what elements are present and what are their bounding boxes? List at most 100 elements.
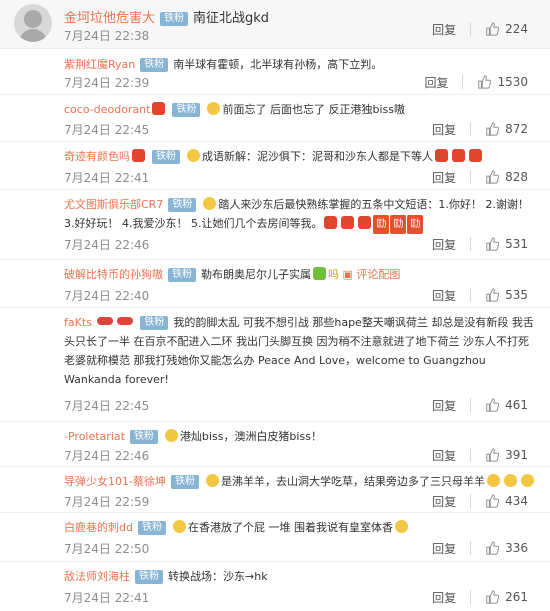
reply-button[interactable]: 回复 bbox=[432, 287, 456, 304]
thumbs-up-icon[interactable] bbox=[485, 541, 499, 555]
comment-actions: 回复 391 bbox=[432, 446, 528, 464]
thumbs-up-icon[interactable] bbox=[485, 22, 499, 36]
reply-button[interactable]: 回复 bbox=[432, 447, 456, 464]
comment-item: 破解比特币的孙狗嗷 铁粉 勒布朗奥尼尔儿子实属吗 ▣ 评论配图 7月24日 22:4… bbox=[0, 259, 550, 308]
username[interactable]: faKts bbox=[64, 316, 92, 329]
emoji-icon bbox=[203, 197, 217, 210]
emoji-icon bbox=[205, 474, 219, 487]
reply-button[interactable]: 回复 bbox=[432, 397, 456, 414]
like-count: 828 bbox=[505, 170, 528, 184]
like-count: 461 bbox=[505, 398, 528, 412]
thumbs-up-icon[interactable] bbox=[485, 590, 499, 604]
comment-body: 是沸羊羊，去山洞大学吃草，结果旁边多了三只母羊羊 bbox=[220, 475, 485, 488]
vip-badge: 铁粉 bbox=[170, 475, 199, 489]
reply-button[interactable]: 回复 bbox=[432, 236, 456, 253]
username[interactable]: 尤文图斯俱乐部CR7 bbox=[64, 198, 163, 211]
reply-button[interactable]: 回复 bbox=[432, 169, 456, 186]
comment-time: 7月24日 22:46 bbox=[64, 238, 150, 252]
reply-button[interactable]: 回复 bbox=[432, 540, 456, 557]
emoji-icon bbox=[313, 267, 326, 280]
emoji-icon bbox=[520, 474, 534, 487]
username[interactable]: -Proletariat bbox=[64, 430, 125, 443]
thumbs-up-icon[interactable] bbox=[485, 288, 499, 302]
comment-actions: 回复 531 bbox=[432, 235, 528, 253]
comment-actions: 回复 828 bbox=[432, 168, 528, 186]
comment-image-link[interactable]: 评论配图 bbox=[356, 268, 400, 281]
reply-button[interactable]: 回复 bbox=[432, 589, 456, 606]
comment-actions: 回复 535 bbox=[432, 286, 528, 304]
comment-body: 成语新解：泥沙俱下：泥哥和沙东人都是下等人 bbox=[202, 150, 433, 163]
comment-time: 7月24日 22:40 bbox=[64, 289, 150, 303]
thumbs-up-icon[interactable] bbox=[477, 75, 491, 89]
divider bbox=[470, 494, 472, 508]
username[interactable]: 敌法师刘海柱 bbox=[64, 570, 130, 583]
thumbs-up-icon[interactable] bbox=[485, 398, 499, 412]
comment-item: faKts 铁粉 我的韵脚太乱 可我不想引战 那些hape整天嘲讽荷兰 却总是没有… bbox=[0, 307, 550, 422]
username[interactable]: 奇迹有颜色吗 bbox=[64, 150, 130, 163]
divider bbox=[462, 75, 464, 89]
comment-item: -Proletariat 铁粉 港灿biss，澳洲白皮猪biss！ 7月24日 22… bbox=[0, 421, 550, 467]
divider bbox=[470, 448, 472, 462]
comment-time: 7月24日 22:59 bbox=[64, 495, 150, 509]
thumbs-up-icon[interactable] bbox=[485, 448, 499, 462]
reply-button[interactable]: 回复 bbox=[432, 493, 456, 510]
emoji-icon bbox=[152, 102, 166, 115]
comment-time: 7月24日 22:45 bbox=[64, 399, 150, 413]
username[interactable]: coco-deodorant bbox=[64, 103, 150, 116]
thumbs-up-icon[interactable] bbox=[485, 237, 499, 251]
username[interactable]: 金坷垃他危害大 bbox=[64, 11, 155, 26]
comment-actions: 回复 434 bbox=[432, 492, 528, 510]
vip-badge: 铁粉 bbox=[140, 316, 169, 330]
username[interactable]: 紫荆红魔Ryan bbox=[64, 58, 135, 71]
comment-item: 奇迹有颜色吗 铁粉 成语新解：泥沙俱下：泥哥和沙东人都是下等人 7月24日 22:4… bbox=[0, 141, 550, 190]
divider bbox=[470, 398, 472, 412]
comment-text: 奇迹有颜色吗 铁粉 成语新解：泥沙俱下：泥哥和沙东人都是下等人 bbox=[64, 147, 536, 166]
username[interactable]: 白鹿巷的刺dd bbox=[64, 521, 133, 534]
comment-text: 破解比特币的孙狗嗷 铁粉 勒布朗奥尼尔儿子实属吗 ▣ 评论配图 bbox=[64, 267, 401, 282]
comment-actions: 回复 872 bbox=[432, 120, 528, 138]
comment-item: 紫荆红魔Ryan 铁粉 南半球有霍顿，北半球有孙杨，高下立判。 7月24日 22:3… bbox=[0, 49, 550, 95]
thumbs-up-icon[interactable] bbox=[485, 494, 499, 508]
comment-text: 导弹少女101-蔡徐坤 铁粉 是沸羊羊，去山洞大学吃草，结果旁边多了三只母羊羊 bbox=[64, 472, 536, 491]
top-comment: 金坷垃他危害大 铁粉 南征北战gkd 7月24日 22:38 回复 224 bbox=[0, 0, 550, 49]
comment-body: 前面忘了 后面也忘了 反正港独biss嗷 bbox=[222, 103, 405, 116]
comment-text: coco-deodorant 铁粉 前面忘了 后面也忘了 反正港独biss嗷 bbox=[64, 100, 536, 119]
thumbs-up-icon[interactable] bbox=[485, 122, 499, 136]
like-count: 1530 bbox=[497, 75, 528, 89]
like-count: 535 bbox=[505, 288, 528, 302]
avatar[interactable] bbox=[14, 4, 52, 42]
vip-badge: 铁粉 bbox=[168, 198, 197, 212]
comment-body: 在香港放了个屁 一堆 围着我说有皇室体香 bbox=[187, 521, 393, 534]
reply-button[interactable]: 回复 bbox=[432, 21, 456, 38]
emoji-icon bbox=[164, 429, 178, 442]
sticker-icon: 劻 bbox=[373, 215, 390, 234]
vip-badge: 铁粉 bbox=[140, 58, 169, 72]
divider bbox=[470, 237, 472, 251]
comment-body: 勒布朗奥尼尔儿子实属 bbox=[201, 268, 311, 281]
comment-item: 白鹿巷的刺dd 铁粉 在香港放了个屁 一堆 围着我说有皇室体香 7月24日 22:5… bbox=[0, 512, 550, 562]
comment-text: faKts 铁粉 我的韵脚太乱 可我不想引战 那些hape整天嘲讽荷兰 却总是没有… bbox=[64, 313, 536, 389]
like-count: 434 bbox=[505, 494, 528, 508]
comment-text: 尤文图斯俱乐部CR7 铁粉 踏人来沙东后最快熟练掌握的五条中文短语：1.你好！ 2.… bbox=[64, 195, 536, 234]
vip-badge: 铁粉 bbox=[137, 521, 166, 535]
username[interactable]: 破解比特币的孙狗嗷 bbox=[64, 268, 163, 281]
comment-time: 7月24日 22:38 bbox=[64, 29, 150, 43]
emoji-icon bbox=[469, 149, 482, 162]
vip-badge: 铁粉 bbox=[172, 103, 201, 117]
username[interactable]: 导弹少女101-蔡徐坤 bbox=[64, 475, 166, 488]
like-count: 224 bbox=[505, 22, 528, 36]
emoji-icon bbox=[503, 474, 517, 487]
sticker-icon: 劻 bbox=[407, 215, 424, 234]
divider bbox=[470, 170, 472, 184]
thumbs-up-icon[interactable] bbox=[485, 170, 499, 184]
reply-button[interactable]: 回复 bbox=[424, 74, 448, 91]
comment-time: 7月24日 22:46 bbox=[64, 449, 150, 463]
divider bbox=[470, 122, 472, 136]
comment-time: 7月24日 22:50 bbox=[64, 542, 150, 556]
comment-item: coco-deodorant 铁粉 前面忘了 后面也忘了 反正港独biss嗷 7月2… bbox=[0, 94, 550, 142]
image-icon[interactable]: ▣ bbox=[343, 268, 353, 281]
emoji-icon bbox=[358, 216, 372, 229]
reply-button[interactable]: 回复 bbox=[432, 121, 456, 138]
divider bbox=[470, 22, 472, 36]
divider bbox=[470, 590, 472, 604]
